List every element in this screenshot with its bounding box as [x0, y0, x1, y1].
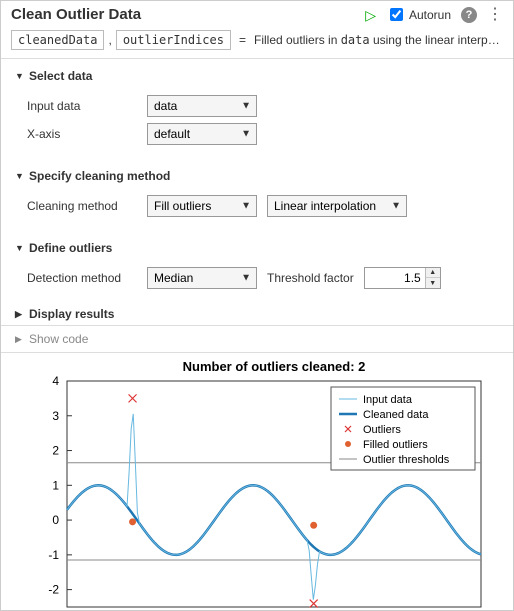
svg-text:4: 4: [52, 374, 59, 388]
output-var-2[interactable]: outlierIndices: [116, 30, 231, 50]
chevron-down-icon: ▼: [15, 71, 25, 81]
autorun-toggle[interactable]: Autorun: [386, 5, 451, 24]
task-header: Clean Outlier Data ▷ Autorun ? ⋮: [1, 1, 513, 26]
equals: =: [239, 33, 246, 47]
svg-text:3: 3: [52, 409, 59, 423]
section-toggle-display[interactable]: ▶ Display results: [15, 305, 503, 323]
threshold-input[interactable]: [365, 268, 425, 288]
chevron-down-icon: ▼: [15, 171, 25, 181]
section-toggle-cleaning[interactable]: ▼ Specify cleaning method: [15, 167, 503, 185]
autorun-label: Autorun: [409, 8, 451, 22]
fill-method-select[interactable]: Linear interpolation: [267, 195, 407, 217]
section-toggle-outliers[interactable]: ▼ Define outliers: [15, 239, 503, 257]
result-chart: Number of outliers cleaned: 2 -2 -1 0 1 2 3 4 In…: [17, 357, 497, 610]
task-title: Clean Outlier Data: [11, 6, 365, 23]
svg-text:Cleaned data: Cleaned data: [363, 409, 429, 421]
detection-method-select[interactable]: Median: [147, 267, 257, 289]
show-code-toggle[interactable]: ▶ Show code: [1, 326, 513, 352]
svg-text:0: 0: [52, 513, 59, 527]
svg-text:2: 2: [52, 444, 59, 458]
output-var-1[interactable]: cleanedData: [11, 30, 104, 50]
run-icon[interactable]: ▷: [365, 8, 376, 22]
chevron-right-icon: ▶: [15, 309, 25, 320]
xaxis-label: X-axis: [27, 127, 137, 141]
comma: ,: [108, 33, 111, 47]
output-row: cleanedData , outlierIndices = Filled ou…: [1, 26, 513, 58]
svg-text:-2: -2: [48, 583, 59, 597]
detection-method-label: Detection method: [27, 271, 137, 285]
section-display: ▶ Display results: [1, 303, 513, 325]
more-icon[interactable]: ⋮: [487, 7, 503, 23]
help-icon[interactable]: ?: [461, 7, 477, 23]
threshold-label: Threshold factor: [267, 271, 354, 285]
svg-text:Number of outliers cleaned: 2: Number of outliers cleaned: 2: [183, 359, 366, 374]
chevron-down-icon: ▼: [15, 243, 25, 253]
svg-text:-1: -1: [48, 548, 59, 562]
output-description: Filled outliers in data using the linear…: [254, 33, 503, 47]
section-outliers: ▼ Define outliers Detection method Media…: [1, 231, 513, 303]
chevron-right-icon: ▶: [15, 334, 25, 345]
autorun-checkbox[interactable]: [390, 8, 403, 21]
input-data-select[interactable]: data: [147, 95, 257, 117]
threshold-stepper[interactable]: ▲ ▼: [364, 267, 441, 289]
svg-text:Filled outliers: Filled outliers: [363, 439, 428, 451]
svg-text:Outliers: Outliers: [363, 424, 401, 436]
step-down-icon[interactable]: ▼: [426, 278, 440, 288]
svg-text:Input data: Input data: [363, 394, 413, 406]
section-cleaning: ▼ Specify cleaning method Cleaning metho…: [1, 159, 513, 231]
chart-area: Number of outliers cleaned: 2 -2 -1 0 1 2 3 4 In…: [1, 353, 513, 610]
input-data-label: Input data: [27, 99, 137, 113]
section-toggle-select-data[interactable]: ▼ Select data: [15, 67, 503, 85]
xaxis-select[interactable]: default: [147, 123, 257, 145]
section-select-data: ▼ Select data Input data data ▼ X-axis d…: [1, 59, 513, 159]
step-up-icon[interactable]: ▲: [426, 268, 440, 278]
svg-text:1: 1: [52, 478, 59, 492]
cleaning-method-label: Cleaning method: [27, 199, 137, 213]
svg-text:Outlier thresholds: Outlier thresholds: [363, 454, 450, 466]
cleaning-method-select[interactable]: Fill outliers: [147, 195, 257, 217]
